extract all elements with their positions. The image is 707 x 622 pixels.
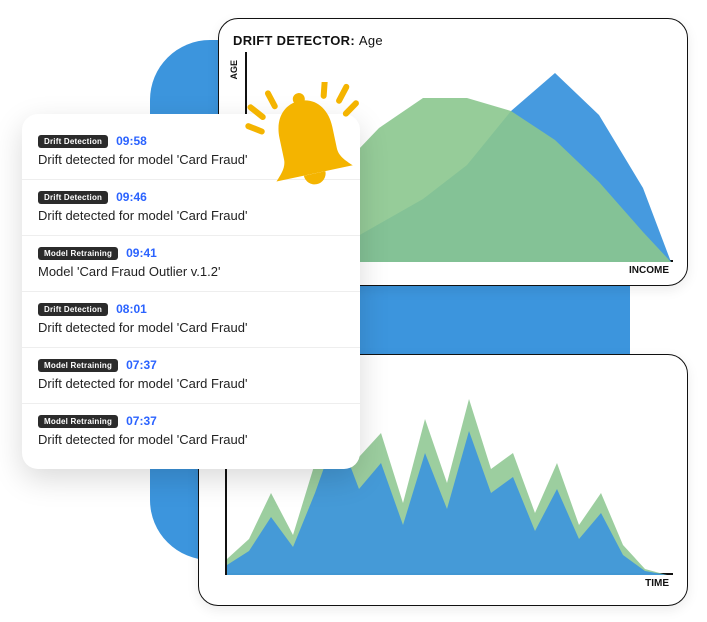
notification-message: Drift detected for model 'Card Fraud' <box>38 320 344 335</box>
notification-tag: Drift Detection <box>38 135 108 148</box>
notification-message: Drift detected for model 'Card Fraud' <box>38 432 344 447</box>
bell-icon <box>244 82 374 212</box>
notification-message: Model 'Card Fraud Outlier v.1.2' <box>38 264 344 279</box>
notification-time: 09:46 <box>116 190 147 204</box>
notification-header: Drift Detection 08:01 <box>38 302 344 316</box>
notification-tag: Drift Detection <box>38 303 108 316</box>
notification-time: 09:58 <box>116 134 147 148</box>
notification-header: Model Retraining 09:41 <box>38 246 344 260</box>
notification-item[interactable]: Drift Detection 08:01 Drift detected for m… <box>22 292 360 348</box>
notification-item[interactable]: Model Retraining 07:37 Drift detected for … <box>22 348 360 404</box>
notification-tag: Model Retraining <box>38 247 118 260</box>
notification-time: 07:37 <box>126 358 157 372</box>
drift-title-label: DRIFT DETECTOR: <box>233 33 355 48</box>
notification-time: 07:37 <box>126 414 157 428</box>
time-x-axis-label: TIME <box>645 578 669 589</box>
notification-item[interactable]: Model Retraining 09:41 Model 'Card Fraud O… <box>22 236 360 292</box>
drift-detector-title: DRIFT DETECTOR: Age <box>233 33 673 48</box>
notification-tag: Drift Detection <box>38 191 108 204</box>
notification-message: Drift detected for model 'Card Fraud' <box>38 376 344 391</box>
drift-title-value: Age <box>359 33 383 48</box>
notification-time: 09:41 <box>126 246 157 260</box>
drift-x-axis-label: INCOME <box>629 265 669 276</box>
notification-header: Model Retraining 07:37 <box>38 414 344 428</box>
notification-header: Model Retraining 07:37 <box>38 358 344 372</box>
notification-tag: Model Retraining <box>38 415 118 428</box>
notification-time: 08:01 <box>116 302 147 316</box>
notification-item[interactable]: Model Retraining 07:37 Drift detected for … <box>22 404 360 459</box>
notification-tag: Model Retraining <box>38 359 118 372</box>
